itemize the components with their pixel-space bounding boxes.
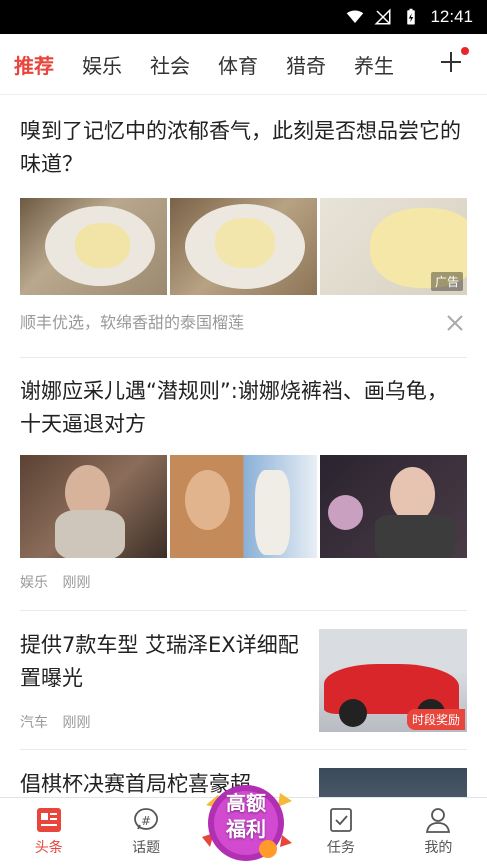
- tab-entertainment[interactable]: 娱乐: [82, 50, 122, 79]
- tab-society[interactable]: 社会: [150, 50, 190, 79]
- promo-line1: 高额: [226, 791, 266, 815]
- close-icon[interactable]: [445, 313, 465, 333]
- article-thumbnail: [319, 768, 467, 797]
- ad-image-row: 广告: [20, 198, 467, 295]
- notification-dot: [461, 47, 469, 55]
- status-time: 12:41: [430, 7, 473, 26]
- article-category: 娱乐: [20, 575, 48, 591]
- article-thumbnail: 时段奖励: [319, 629, 467, 732]
- user-icon: [426, 808, 451, 833]
- welfare-promo-button[interactable]: 高额 福利: [196, 775, 296, 863]
- nav-headlines[interactable]: 头条: [0, 798, 97, 865]
- article-title: 提供7款车型 艾瑞泽EX详细配置曝光: [20, 633, 299, 690]
- topic-hash-icon: #: [134, 808, 159, 830]
- article-image: [20, 455, 167, 558]
- no-signal-icon: [374, 8, 391, 25]
- article-category: 汽车: [20, 715, 48, 731]
- ad-item[interactable]: 嗅到了记忆中的浓郁香气，此刻是否想品尝它的味道？ 广告 顺丰优选，软绵香甜的泰国…: [0, 95, 487, 357]
- article-item[interactable]: 谢娜应采儿遇“潜规则”:谢娜烧裤裆、画乌龟，十天逼退对方 娱乐 刚刚: [0, 358, 487, 610]
- article-time: 刚刚: [62, 575, 91, 591]
- ad-image: 广告: [320, 198, 467, 295]
- battery-charging-icon: [407, 8, 416, 25]
- nav-profile[interactable]: 我的: [390, 798, 487, 865]
- ad-title: 嗅到了记忆中的浓郁香气，此刻是否想品尝它的味道？: [20, 119, 461, 176]
- nav-tasks-label: 任务: [326, 840, 355, 856]
- article-time: 刚刚: [62, 715, 91, 731]
- article-meta: 娱乐 刚刚: [20, 572, 467, 592]
- headlines-icon: [36, 808, 61, 832]
- task-icon: [330, 808, 352, 832]
- promo-text: 高额 福利: [216, 790, 276, 842]
- tab-recommend[interactable]: 推荐: [14, 50, 54, 79]
- reward-badge: 时段奖励: [406, 709, 465, 730]
- article-title: 谢娜应采儿遇“潜规则”:谢娜烧裤裆、画乌龟，十天逼退对方: [20, 379, 448, 436]
- article-meta: 汽车 刚刚: [20, 712, 303, 732]
- article-item[interactable]: 提供7款车型 艾瑞泽EX详细配置曝光 汽车 刚刚 时段奖励: [0, 611, 487, 732]
- ad-image: [170, 198, 317, 295]
- article-image-row: [20, 455, 467, 558]
- tab-sports[interactable]: 体育: [218, 50, 258, 79]
- nav-topics[interactable]: # 话题: [97, 798, 194, 865]
- status-bar: 12:41: [0, 0, 487, 34]
- promo-line2: 福利: [226, 817, 266, 841]
- svg-text:#: #: [141, 814, 151, 828]
- ad-label: 广告: [430, 272, 463, 291]
- nav-profile-label: 我的: [424, 840, 453, 856]
- ad-description: 顺丰优选，软绵香甜的泰国榴莲: [20, 313, 245, 332]
- ad-image: [20, 198, 167, 295]
- nav-headlines-label: 头条: [34, 840, 63, 856]
- wifi-icon: [347, 10, 364, 23]
- tab-curious[interactable]: 猎奇: [286, 50, 326, 79]
- news-feed[interactable]: 嗅到了记忆中的浓郁香气，此刻是否想品尝它的味道？ 广告 顺丰优选，软绵香甜的泰国…: [0, 95, 487, 797]
- nav-topics-label: 话题: [132, 840, 161, 856]
- add-channel-button[interactable]: [437, 47, 469, 76]
- article-text: 提供7款车型 艾瑞泽EX详细配置曝光 汽车 刚刚: [20, 629, 319, 732]
- nav-tasks[interactable]: 任务: [292, 798, 389, 865]
- article-image: [320, 455, 467, 558]
- article-image: [170, 455, 317, 558]
- category-tabs: 推荐 娱乐 社会 体育 猎奇 养生: [0, 34, 487, 95]
- tab-health[interactable]: 养生: [354, 50, 394, 79]
